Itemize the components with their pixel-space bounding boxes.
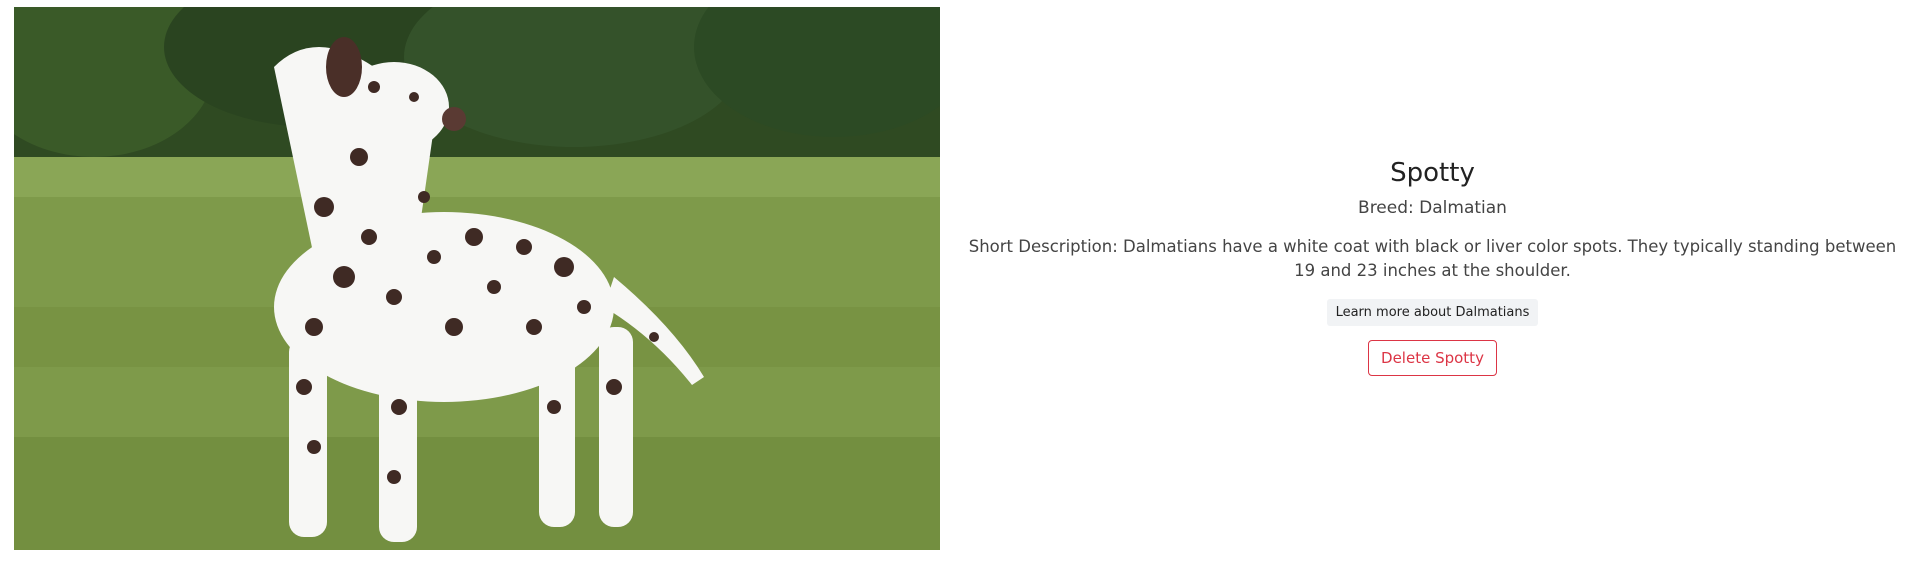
delete-dog-button[interactable]: Delete Spotty xyxy=(1368,340,1497,376)
learn-more-button[interactable]: Learn more about Dalmatians xyxy=(1326,299,1539,326)
dog-photo xyxy=(14,7,940,550)
dog-detail-page: Spotty Breed: Dalmatian Short Descriptio… xyxy=(0,0,1905,588)
dog-breed: Breed: Dalmatian xyxy=(1358,198,1507,218)
dalmatian-image xyxy=(14,7,940,550)
dog-description: Short Description: Dalmatians have a whi… xyxy=(968,237,1897,280)
dog-name-heading: Spotty xyxy=(1390,158,1475,188)
dog-info-panel: Spotty Breed: Dalmatian Short Descriptio… xyxy=(960,150,1905,376)
